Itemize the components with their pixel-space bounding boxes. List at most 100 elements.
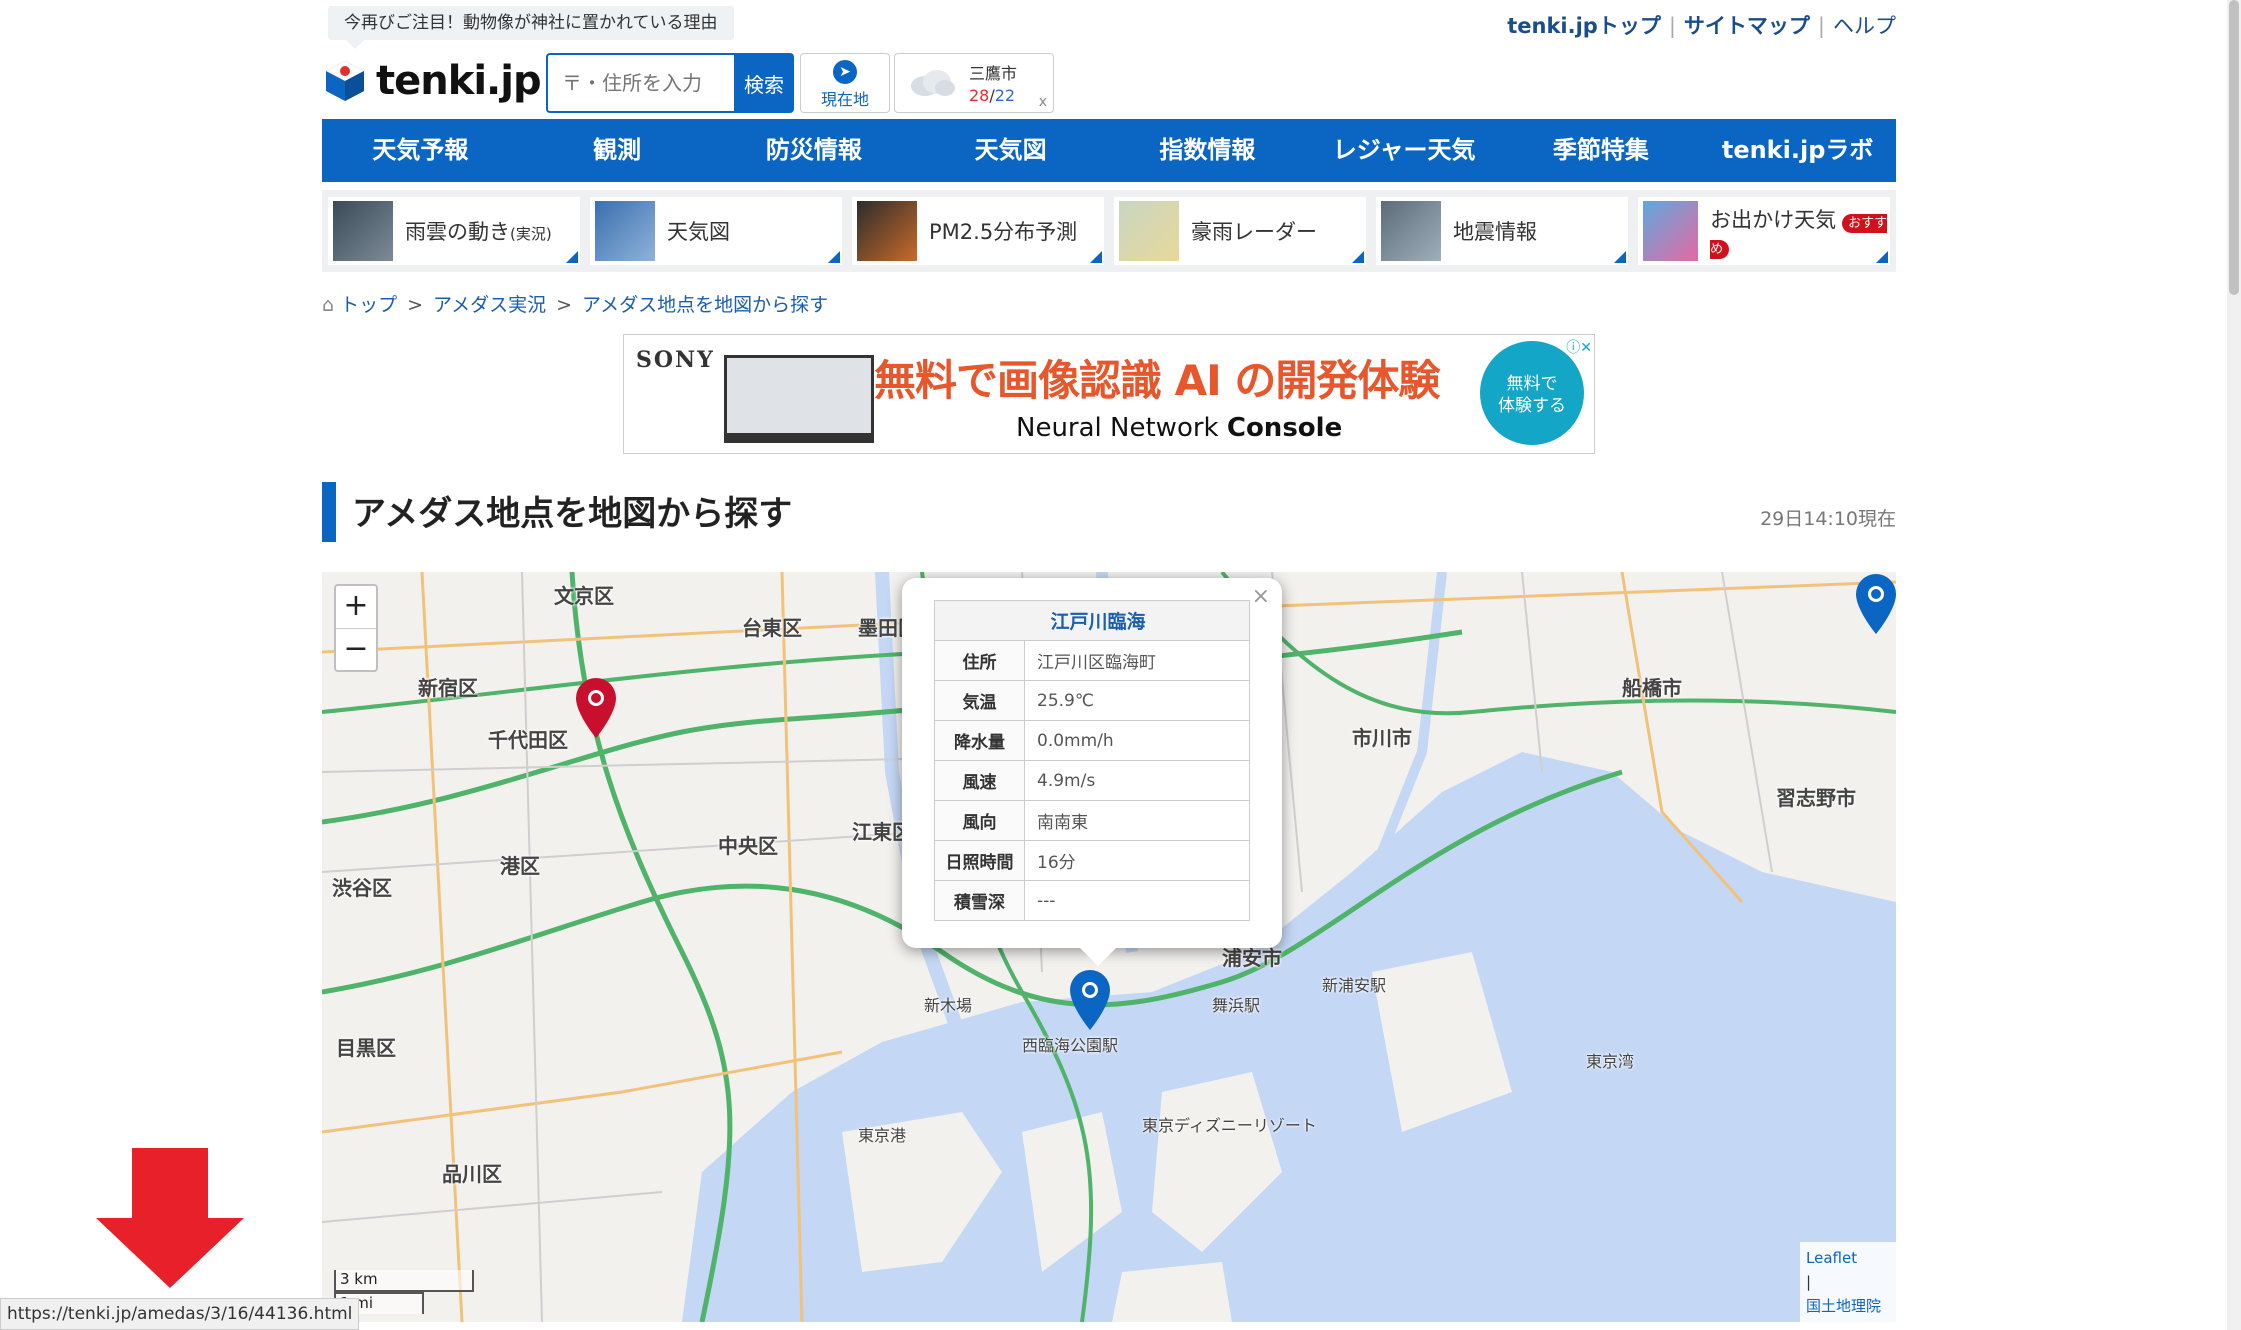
quick-link-rain-cloud[interactable]: 雨雲の動き(実況) <box>328 197 580 265</box>
main-nav: 天気予報 観測 防災情報 天気図 指数情報 レジャー天気 季節特集 tenki.… <box>322 119 1896 182</box>
map-label: 渋谷区 <box>332 876 392 900</box>
current-location-button[interactable]: ➤ 現在地 <box>800 53 890 113</box>
weather-map-thumbnail <box>595 201 655 261</box>
station-pin-blue[interactable] <box>1852 572 1896 636</box>
nav-seasonal[interactable]: 季節特集 <box>1503 119 1700 182</box>
nav-leisure[interactable]: レジャー天気 <box>1306 119 1503 182</box>
table-row: 積雪深 --- <box>934 880 1250 921</box>
temp-low: 22 <box>994 86 1016 105</box>
ad-close-icon[interactable]: ⓘ✕ <box>1566 337 1592 357</box>
breadcrumb-top[interactable]: トップ <box>340 294 397 316</box>
attribution-separator: | <box>1806 1273 1812 1291</box>
quick-link-label: PM2.5分布予測 <box>929 220 1078 244</box>
table-row: 風向 南南東 <box>934 800 1250 841</box>
map-label: 台東区 <box>742 616 802 640</box>
map-label: 港区 <box>500 854 540 878</box>
nav-lab[interactable]: tenki.jpラボ <box>1699 119 1896 182</box>
zoom-in-button[interactable]: + <box>336 586 376 628</box>
cloud-icon <box>911 70 955 96</box>
header-links: tenki.jpトップ | サイトマップ | ヘルプ <box>1507 14 1896 38</box>
quick-link-label: 天気図 <box>667 220 730 244</box>
search-button[interactable]: 検索 <box>734 53 794 113</box>
breadcrumb: ⌂ トップ > アメダス実況 > アメダス地点を地図から探す <box>322 294 829 316</box>
rain-cloud-thumbnail <box>333 201 393 261</box>
breadcrumb-current[interactable]: アメダス地点を地図から探す <box>582 294 828 316</box>
gsi-link[interactable]: 国土地理院 <box>1806 1294 1890 1318</box>
site-logo[interactable]: tenki.jp <box>322 58 542 104</box>
map-label: 新木場 <box>924 996 973 1015</box>
map-label: 東京ディズニーリゾート <box>1142 1116 1317 1135</box>
ad-brand: SONY <box>636 347 715 373</box>
quick-link-outing-weather[interactable]: お出かけ天気 おすすめ <box>1638 197 1890 265</box>
quick-link-label: 地震情報 <box>1453 220 1537 244</box>
radar-thumbnail <box>1119 201 1179 261</box>
ad-product: Neural Network Console <box>1016 413 1343 443</box>
map-label: 市川市 <box>1352 726 1412 750</box>
map-label: 新宿区 <box>418 676 478 700</box>
tenki-top-link[interactable]: tenki.jpトップ <box>1507 14 1661 38</box>
title-accent <box>322 482 336 542</box>
map-label: 中央区 <box>718 834 778 858</box>
sitemap-link[interactable]: サイトマップ <box>1684 14 1810 38</box>
zoom-out-button[interactable]: − <box>336 628 376 670</box>
station-pin-selected[interactable] <box>1066 968 1114 1032</box>
quick-link-label: 雨雲の動き(実況) <box>405 220 552 244</box>
leaflet-link[interactable]: Leaflet <box>1806 1246 1890 1270</box>
table-row: 風速 4.9m/s <box>934 760 1250 801</box>
notice-banner[interactable]: 今再びご注目！動物像が神社に置かれている理由 <box>328 6 734 49</box>
as-of-time: 29日14:10現在 <box>1760 508 1896 530</box>
quick-link-weather-map[interactable]: 天気図 <box>590 197 842 265</box>
station-name[interactable]: 江戸川臨海 <box>934 600 1250 641</box>
page-title: アメダス地点を地図から探す <box>352 494 793 534</box>
nav-observation[interactable]: 観測 <box>519 119 716 182</box>
nav-forecast[interactable]: 天気予報 <box>322 119 519 182</box>
help-link[interactable]: ヘルプ <box>1833 14 1896 38</box>
scrollbar-thumb[interactable] <box>2229 0 2239 295</box>
page-scrollbar[interactable] <box>2227 0 2241 1330</box>
quick-link-label: 豪雨レーダー <box>1191 220 1317 244</box>
station-info-table: 江戸川臨海 住所 江戸川区臨海町 気温 25.9℃ 降水量 0.0mm/h 風速 4.9… <box>934 600 1250 921</box>
earthquake-thumbnail <box>1381 201 1441 261</box>
advertisement-banner[interactable]: SONY 無料で画像認識 AI の開発体験 Neural Network Con… <box>623 334 1595 454</box>
browser-status-url: https://tenki.jp/amedas/3/16/44136.html <box>0 1298 360 1330</box>
quick-link-pm25[interactable]: PM2.5分布予測 <box>852 197 1104 265</box>
map-label: 新浦安駅 <box>1322 976 1387 995</box>
quick-link-earthquake[interactable]: 地震情報 <box>1376 197 1628 265</box>
quick-links: 雨雲の動き(実況) 天気図 PM2.5分布予測 豪雨レーダー 地震情報 お出かけ… <box>322 190 1896 272</box>
search-input[interactable] <box>546 53 734 113</box>
map-label: 千代田区 <box>488 728 568 752</box>
map-label: 東京港 <box>858 1126 907 1145</box>
current-location-label: 現在地 <box>820 90 869 109</box>
map-label: 目黒区 <box>336 1036 396 1060</box>
map-attribution: Leaflet | 国土地理院 <box>1800 1242 1896 1322</box>
map-label: 品川区 <box>442 1162 502 1186</box>
map-label: 習志野市 <box>1776 786 1856 810</box>
close-icon[interactable]: x <box>1039 94 1047 110</box>
map-label: 文京区 <box>554 584 614 608</box>
table-row: 降水量 0.0mm/h <box>934 720 1250 761</box>
quick-link-heavy-rain-radar[interactable]: 豪雨レーダー <box>1114 197 1366 265</box>
nav-index[interactable]: 指数情報 <box>1109 119 1306 182</box>
weather-temps: 28/22 <box>969 86 1016 105</box>
amedas-map[interactable]: 文京区 新宿区 千代田区 港区 中央区 江東区 墨田区 台東区 品川区 目黒区 … <box>322 572 1896 1322</box>
map-label: 東京湾 <box>1586 1052 1635 1071</box>
nav-weather-map[interactable]: 天気図 <box>912 119 1109 182</box>
map-label: 船橋市 <box>1622 676 1682 700</box>
map-label: 舞浜駅 <box>1212 996 1261 1015</box>
home-icon: ⌂ <box>322 294 335 316</box>
table-row: 日照時間 16分 <box>934 840 1250 881</box>
outing-thumbnail <box>1643 201 1699 261</box>
station-popup: × 江戸川臨海 住所 江戸川区臨海町 気温 25.9℃ 降水量 0.0mm/h 風速 4… <box>902 578 1282 966</box>
breadcrumb-amedas[interactable]: アメダス実況 <box>433 294 546 316</box>
nav-disaster[interactable]: 防災情報 <box>716 119 913 182</box>
map-label: 西臨海公園駅 <box>1022 1036 1119 1055</box>
zoom-control: + − <box>334 584 378 672</box>
ad-laptop-image <box>724 355 874 443</box>
station-pin-red[interactable] <box>572 676 620 740</box>
scale-km: 3 km <box>334 1270 474 1292</box>
down-arrow-icon <box>96 1148 244 1288</box>
weather-card[interactable]: 三鷹市 28/22 x <box>894 53 1054 113</box>
table-row: 住所 江戸川区臨海町 <box>934 640 1250 681</box>
ad-headline: 無料で画像認識 AI の開発体験 <box>874 356 1440 405</box>
popup-close-icon[interactable]: × <box>1252 584 1270 609</box>
